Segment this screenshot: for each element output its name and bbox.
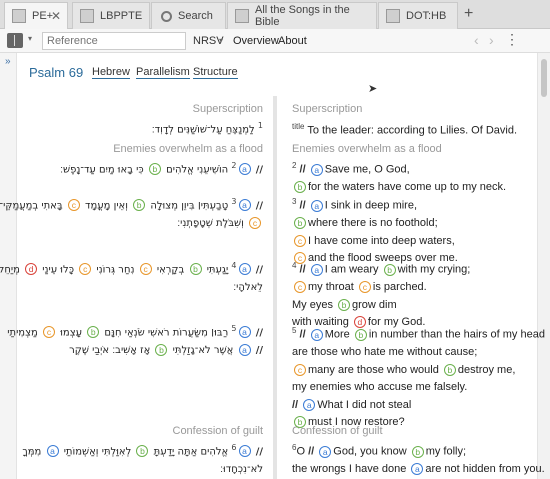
tab-pe-plus[interactable]: PE+ ✕ [4, 2, 68, 29]
overview-button[interactable]: Overview [233, 35, 279, 47]
section-heading-hebrew: Superscription [192, 103, 263, 115]
tab-label: PE+ [32, 10, 54, 22]
forward-arrow-icon[interactable]: › [489, 32, 494, 48]
book-icon [386, 9, 400, 23]
section-heading-hebrew: Enemies overwhelm as a flood [113, 143, 263, 155]
about-button[interactable]: About [278, 35, 307, 47]
chevron-down-icon[interactable]: ▾ [219, 36, 223, 45]
chevron-down-icon[interactable]: ▾ [28, 34, 32, 43]
tab-search[interactable]: Search [151, 2, 226, 29]
book-icon [12, 9, 26, 23]
tab-lbppte[interactable]: LBPPTE [72, 2, 150, 29]
hebrew-verse-5: // a5 רַבּוּ׀ מִשַּׂעֲרוֹת רֹאשִׁי שֹׂנְ… [7, 324, 263, 357]
tab-all-songs[interactable]: All the Songs in the Bible [227, 2, 377, 29]
book-icon [80, 9, 94, 23]
english-verse-4: 4 // aI am weary b with my crying; c my th… [292, 261, 471, 329]
mouse-cursor-icon: ➤ [368, 83, 378, 95]
english-verse-6: 6O // a God, you know b my folly; the wron… [292, 443, 545, 476]
reference-input[interactable] [42, 32, 186, 50]
add-tab-button[interactable]: + [464, 5, 473, 23]
back-arrow-icon[interactable]: ‹ [474, 32, 479, 48]
hebrew-verse-4: // a4 יָגַעְתִּי b בְקָרְאִי c נִחַר גְּ… [0, 261, 263, 294]
hebrew-verse-6: // a6 אֱלֹהִים אַתָּה יָדַעְתָּ b לְאִוַ… [22, 443, 263, 476]
tab-bar: PE+ ✕ LBPPTE Search All the Songs in the… [0, 0, 550, 29]
column-divider [273, 96, 277, 479]
parallelism-link[interactable]: Parallelism [136, 66, 190, 79]
section-heading-english: Enemies overwhelm as a flood [292, 143, 442, 155]
structure-link[interactable]: Structure [193, 66, 238, 79]
hebrew-verse-3: // a3 טָבַעְתִּי׀ בִּיוֵן מְצוּלָה b וְא… [0, 197, 263, 230]
section-heading-english: Superscription [292, 103, 363, 115]
book-icon [235, 9, 249, 23]
english-verse-1: title To the leader: according to Lilies… [292, 122, 518, 137]
more-options-icon[interactable]: ⋮ [505, 32, 519, 46]
expand-panel-icon[interactable]: » [5, 56, 11, 67]
search-icon [161, 10, 172, 22]
page-title: Psalm 69 [29, 65, 84, 80]
hebrew-verse-2: // a2 הוֹשִׁיעֵנִי אֱלֹהִים b כִּי בָאוּ… [60, 161, 263, 176]
hebrew-link[interactable]: Hebrew [92, 66, 130, 79]
hebrew-verse-1: 1 לַמְנַצֵּחַ עַל־שׁוֹשַׁנִּים לְדָוִד׃ [151, 121, 263, 136]
scrollbar-thumb[interactable] [541, 59, 547, 97]
vertical-scrollbar[interactable] [537, 53, 550, 479]
tab-label: Search [178, 10, 213, 22]
panel-toggle-icon[interactable] [7, 33, 23, 48]
toolbar: ▾ NRSV ▾ Overview About ‹ › ⋮ [0, 29, 550, 53]
tab-dot-hb[interactable]: DOT:HB [378, 2, 458, 29]
tab-label: DOT:HB [406, 10, 447, 22]
close-icon[interactable]: ✕ [51, 9, 61, 23]
english-verse-5: 5 // a More b in number than the hairs of … [292, 326, 545, 429]
english-verse-2: 2 // a Save me, O God, b for the waters ha… [292, 161, 507, 194]
tab-label: LBPPTE [100, 10, 143, 22]
tab-label: All the Songs in the Bible [255, 4, 350, 28]
section-heading-hebrew: Confession of guilt [172, 425, 264, 437]
